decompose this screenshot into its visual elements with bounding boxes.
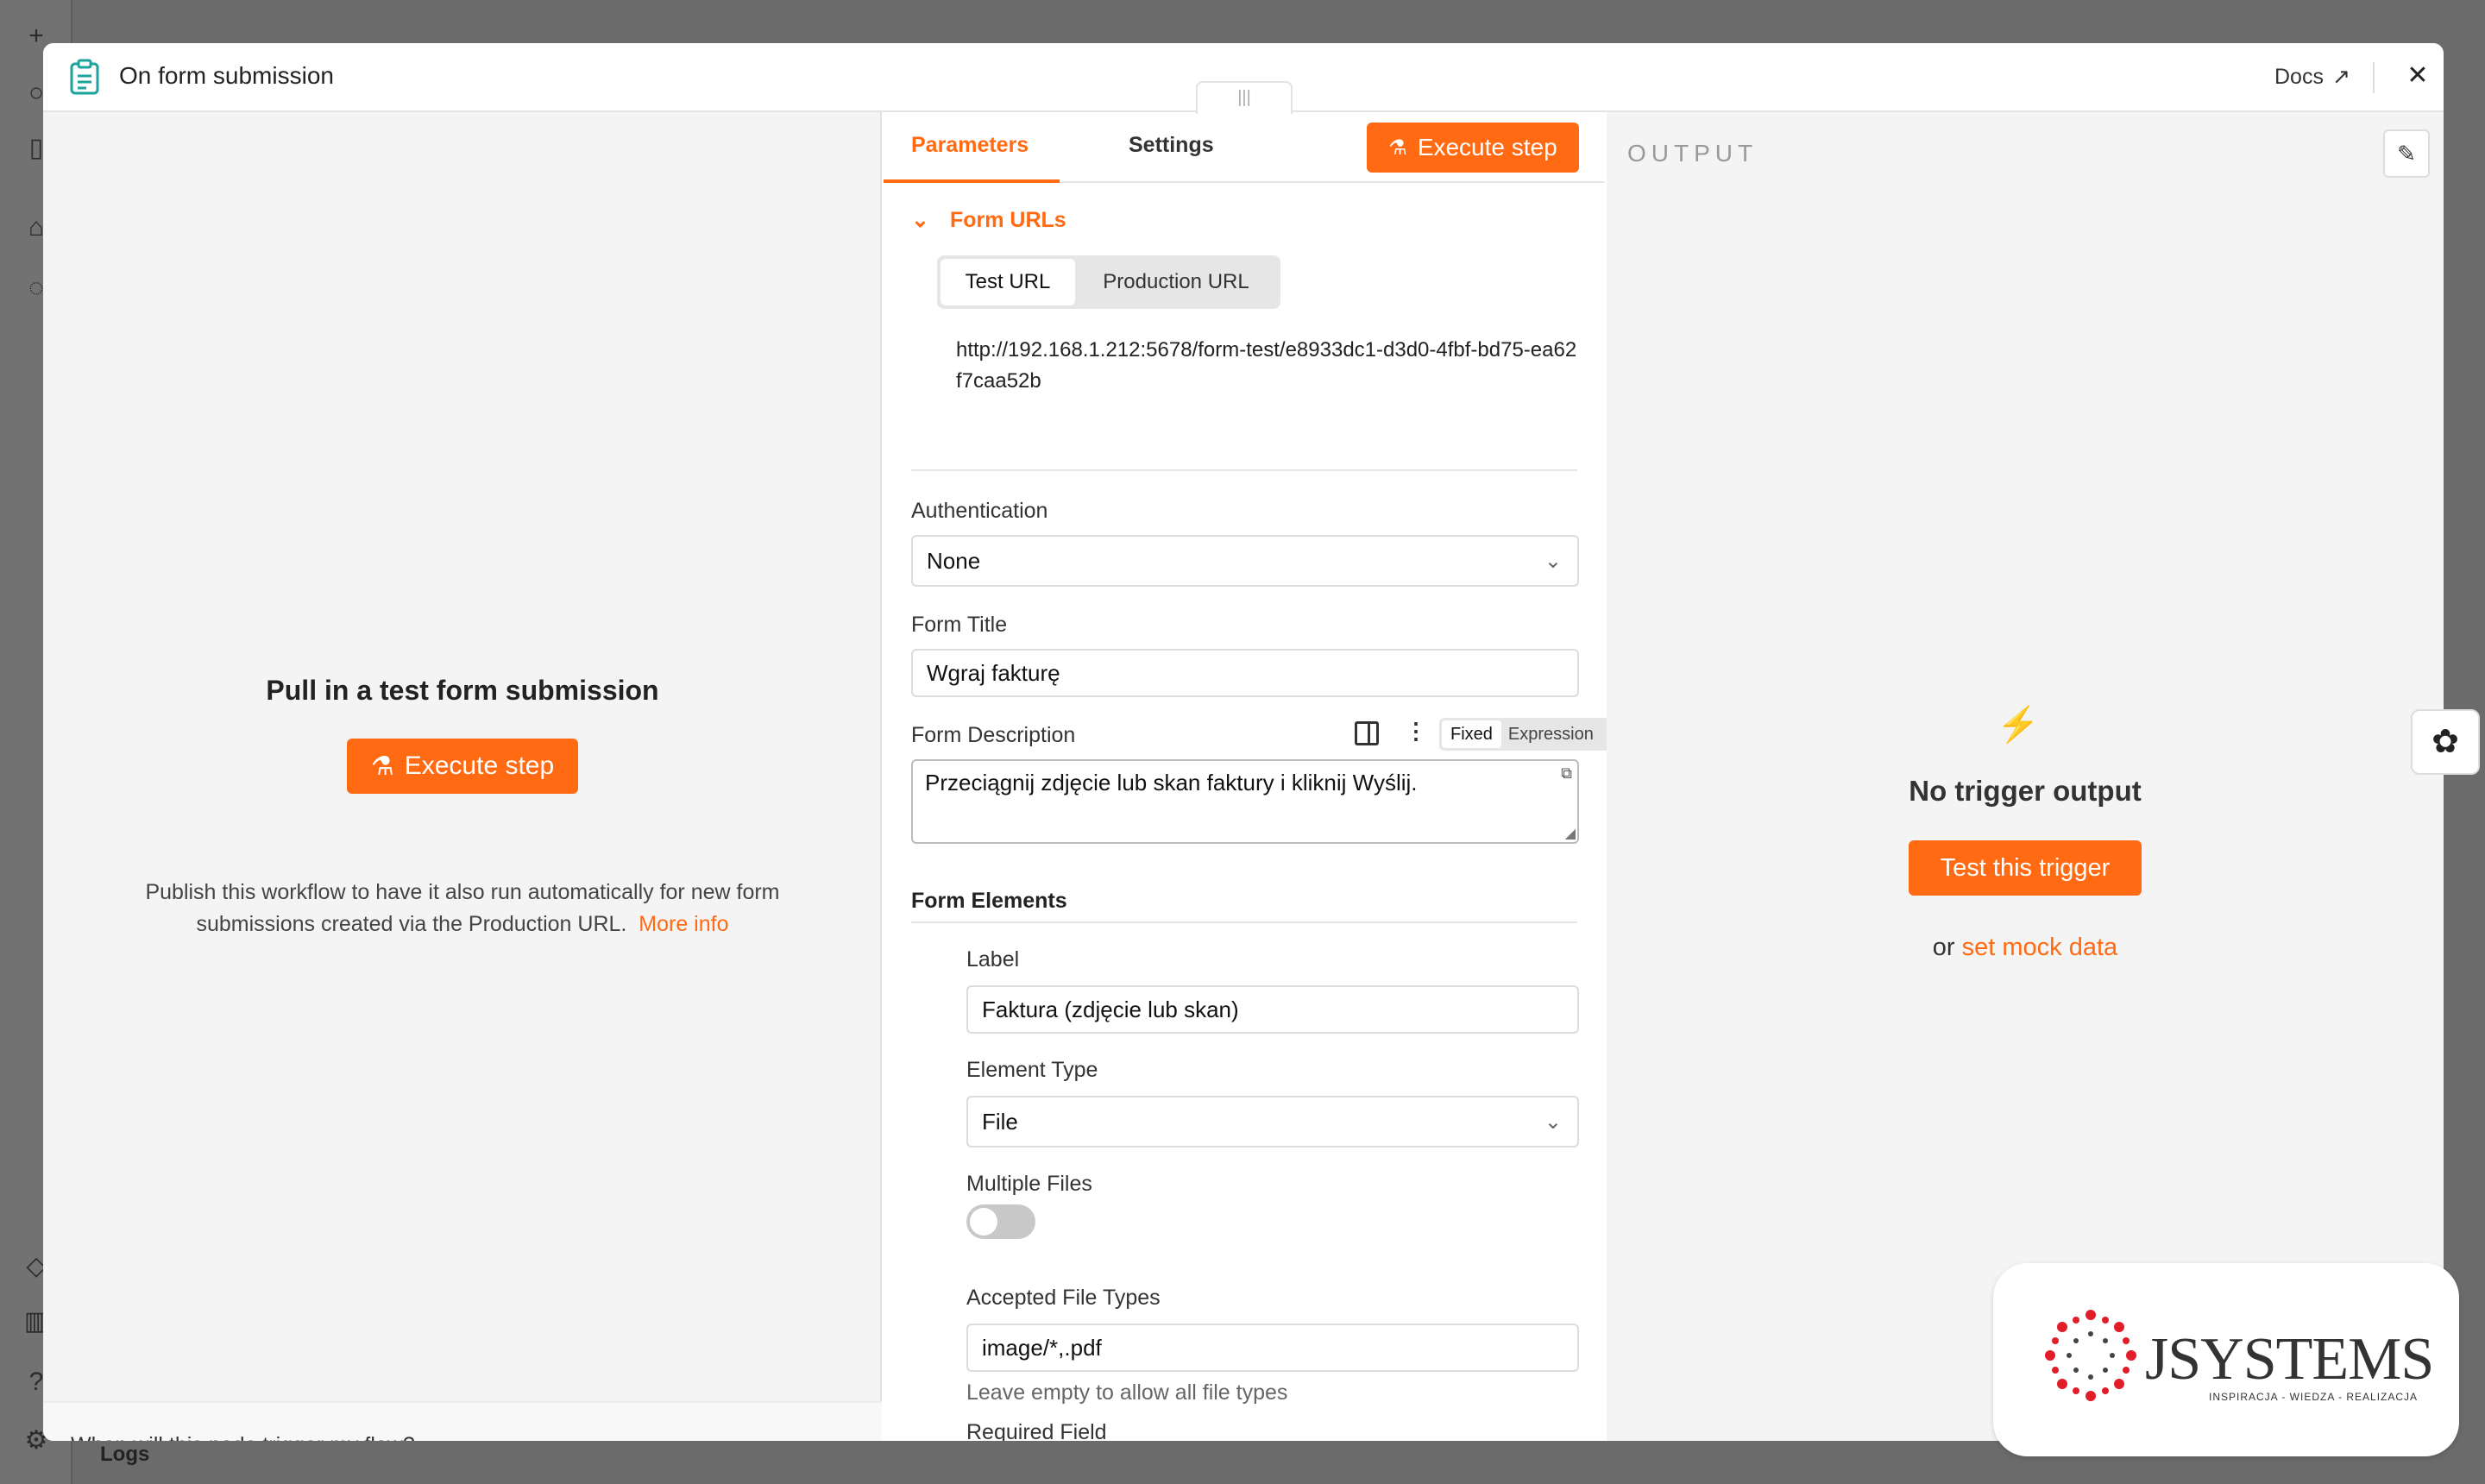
ai-assistant-icon[interactable]: ✿ [2411,709,2480,775]
chevron-down-icon: ⌄ [1544,1110,1562,1134]
execute-step-top-label: Execute step [1417,134,1557,160]
execute-step-button[interactable]: ⚗ Execute step [347,739,578,794]
element-type-label: Element Type [966,1058,1098,1082]
edit-pencil-icon[interactable]: ✎ [2383,129,2430,178]
form-description-textarea[interactable]: Przeciągnij zdjęcie lub skan faktury i k… [911,759,1579,844]
set-mock-data-link[interactable]: set mock data [1962,934,2118,961]
node-modal: On form submission Docs ↗ ✕ ||| Pull in … [43,43,2444,1441]
mock-data-line: or set mock data [1607,934,2444,962]
docs-label: Docs [2274,64,2324,89]
panel-tabs: Parameters Settings ⚗ Execute step [884,112,1605,183]
chevron-down-icon: ⌄ [431,1433,450,1441]
authentication-label: Authentication [911,499,1048,523]
parameters-panel: Parameters Settings ⚗ Execute step ⌄ For… [884,112,1617,1441]
accepted-file-types-label: Accepted File Types [966,1286,1161,1310]
tab-settings[interactable]: Settings [1129,133,1214,158]
fixed-mode-option[interactable]: Fixed [1442,720,1501,748]
element-label-value: Faktura (zdjęcie lub skan) [982,996,1239,1022]
form-elements-label: Form Elements [911,889,1067,913]
chevron-down-icon: ⌄ [911,208,929,232]
brand-tagline: INSPIRACJA - WIEDZA - REALIZACJA [2209,1391,2419,1403]
form-url[interactable]: http://192.168.1.212:5678/form-test/e893… [956,335,1577,397]
docs-link[interactable]: Docs ↗ [2274,64,2350,90]
form-title-label: Form Title [911,613,1008,637]
required-field-label: Required Field [966,1420,1107,1441]
logs-label[interactable]: Logs [100,1443,149,1467]
execute-step-top-button[interactable]: ⚗ Execute step [1367,123,1579,173]
execute-step-label: Execute step [404,751,555,780]
trigger-info-label: When will this node trigger my flow? [71,1433,415,1441]
test-url-tab[interactable]: Test URL [941,259,1075,305]
divider [911,469,1577,471]
external-link-icon: ↗ [2331,65,2350,89]
logo-dots-icon [2045,1310,2136,1401]
flask-icon: ⚗ [1388,135,1407,160]
more-info-link[interactable]: More info [639,912,728,936]
form-urls-toggle[interactable]: ⌄ Form URLs [911,207,1066,233]
node-title[interactable]: On form submission [119,62,334,90]
jsystems-logo: JSYSTEMS INSPIRACJA - WIEDZA - REALIZACJ… [1993,1263,2459,1456]
publish-description: Publish this workflow to have it also ru… [121,877,804,940]
form-title-value: Wgraj fakturę [927,659,1060,686]
form-title-input[interactable]: Wgraj fakturę [911,649,1579,697]
accepted-file-types-value: image/*,.pdf [982,1334,1102,1361]
input-panel-title: Pull in a test form submission [266,675,659,706]
flask-icon: ⚗ [370,751,394,781]
element-type-select[interactable]: File ⌄ [966,1096,1579,1148]
accepted-file-types-input[interactable]: image/*,.pdf [966,1324,1579,1372]
more-options-icon[interactable]: ⋮ [1405,718,1427,745]
tab-parameters[interactable]: Parameters [911,133,1029,158]
no-trigger-output-text: No trigger output [1909,775,2142,807]
input-panel: Pull in a test form submission ⚗ Execute… [43,112,882,1441]
authentication-value: None [927,547,981,574]
element-label-input[interactable]: Faktura (zdjęcie lub skan) [966,985,1579,1034]
or-text: or [1932,934,1955,961]
element-label-label: Label [966,947,1020,972]
output-title: OUTPUT [1627,140,1758,167]
bolt-icon: ⚡ [1997,706,2040,744]
fixed-expression-switch: Fixed Expression [1439,718,1617,751]
test-trigger-button[interactable]: Test this trigger [1909,840,2142,896]
expression-mode-option[interactable]: Expression [1501,720,1601,748]
close-icon[interactable]: ✕ [2399,57,2437,95]
form-description-value: Przeciągnij zdjęcie lub skan faktury i k… [925,770,1418,795]
expand-icon[interactable]: ⧉ [1561,764,1572,783]
toggle-knob [970,1208,997,1236]
form-description-label: Form Description [911,723,1076,747]
element-type-value: File [982,1108,1018,1135]
clipboard-icon [70,59,99,95]
chevron-down-icon: ⌄ [1544,550,1562,573]
header-divider [2373,62,2375,93]
brand-name: JSYSTEMS [2145,1326,2434,1393]
drag-handle[interactable]: ||| [1196,81,1293,114]
divider [911,921,1577,923]
output-panel: OUTPUT ✎ ⚡ No trigger output Test this t… [1607,112,2444,1441]
active-tab-indicator [884,179,1060,183]
multiple-files-toggle[interactable] [966,1204,1035,1239]
accepted-file-types-hint: Leave empty to allow all file types [966,1380,1288,1405]
split-view-icon[interactable] [1355,721,1379,745]
url-type-switch: Test URL Production URL [937,255,1280,309]
production-url-tab[interactable]: Production URL [1075,259,1277,305]
authentication-select[interactable]: None ⌄ [911,535,1579,587]
trigger-info-footer[interactable]: When will this node trigger my flow? ⌄ [43,1401,882,1441]
form-urls-label: Form URLs [949,207,1066,232]
multiple-files-label: Multiple Files [966,1172,1092,1196]
resize-handle-icon[interactable]: ◢ [1565,825,1576,842]
